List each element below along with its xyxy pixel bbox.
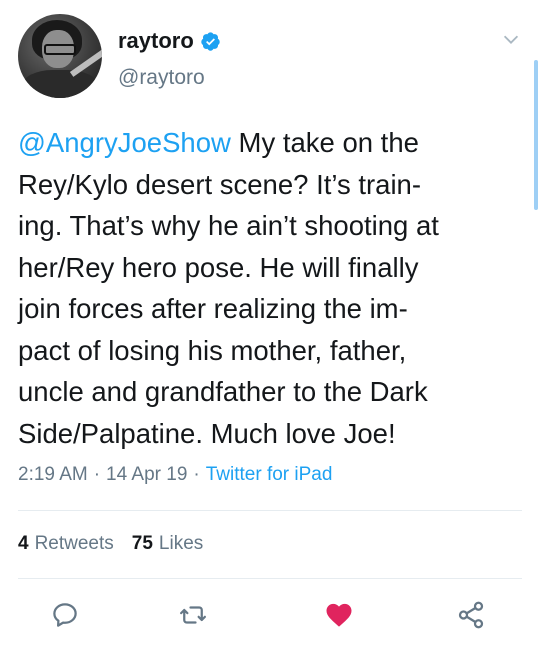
tweet-date[interactable]: 14 Apr 19 bbox=[106, 464, 187, 486]
tweet-line: Side/Palpatine. Much love Joe! bbox=[18, 417, 396, 449]
name-row: raytoro bbox=[118, 28, 221, 54]
meta-separator: · bbox=[93, 464, 101, 485]
share-button[interactable] bbox=[456, 600, 486, 630]
mention-link[interactable]: @AngryJoeShow bbox=[18, 127, 231, 158]
user-handle[interactable]: @raytoro bbox=[118, 66, 205, 90]
reply-button[interactable] bbox=[50, 600, 80, 630]
like-button[interactable] bbox=[324, 600, 354, 630]
tweet-time[interactable]: 2:19 AM bbox=[18, 464, 88, 486]
tweet-source-link[interactable]: Twitter for iPad bbox=[206, 464, 333, 486]
retweets-stat[interactable]: 4 Retweets bbox=[18, 533, 114, 555]
tweet-text: @AngryJoeShow My take on the Rey/Kylo de… bbox=[18, 122, 523, 454]
retweets-label: Retweets bbox=[34, 533, 114, 554]
tweet-line: ing. That’s why he ain’t shooting at bbox=[18, 210, 439, 241]
tweet-line: Rey/Kylo desert scene? It’s train- bbox=[18, 168, 422, 200]
likes-count: 75 bbox=[131, 533, 153, 554]
tweet-line: @AngryJoeShow My take on the bbox=[18, 127, 419, 158]
scrollbar[interactable] bbox=[534, 60, 538, 210]
verified-badge-icon bbox=[201, 31, 220, 51]
likes-stat[interactable]: 75 Likes bbox=[132, 533, 204, 555]
tweet-meta: 2:19 AM · 14 Apr 19 · Twitter for iPad bbox=[18, 464, 332, 486]
retweet-button[interactable] bbox=[178, 600, 208, 630]
tweet-line: join forces after realizing the im- bbox=[18, 293, 408, 324]
divider bbox=[18, 578, 522, 579]
tweet-line: pact of losing his mother, father, bbox=[18, 334, 407, 366]
retweet-icon bbox=[180, 606, 206, 624]
retweets-count: 4 bbox=[18, 533, 29, 554]
divider bbox=[18, 510, 522, 511]
display-name[interactable]: raytoro bbox=[118, 28, 194, 54]
action-bar bbox=[0, 592, 540, 636]
share-icon bbox=[458, 601, 484, 629]
heart-icon bbox=[326, 603, 352, 627]
avatar[interactable] bbox=[18, 14, 102, 98]
tweet-line: uncle and grandfather to the Dark bbox=[18, 376, 428, 407]
tweet-header: raytoro @raytoro bbox=[18, 14, 528, 100]
tweet-line: her/Rey hero pose. He will finally bbox=[18, 251, 419, 283]
likes-label: Likes bbox=[158, 533, 204, 554]
tweet-stats: 4 Retweets 75 Likes bbox=[18, 533, 221, 555]
reply-icon bbox=[53, 603, 77, 627]
chevron-down-icon[interactable] bbox=[500, 28, 522, 50]
meta-separator: · bbox=[193, 464, 200, 485]
